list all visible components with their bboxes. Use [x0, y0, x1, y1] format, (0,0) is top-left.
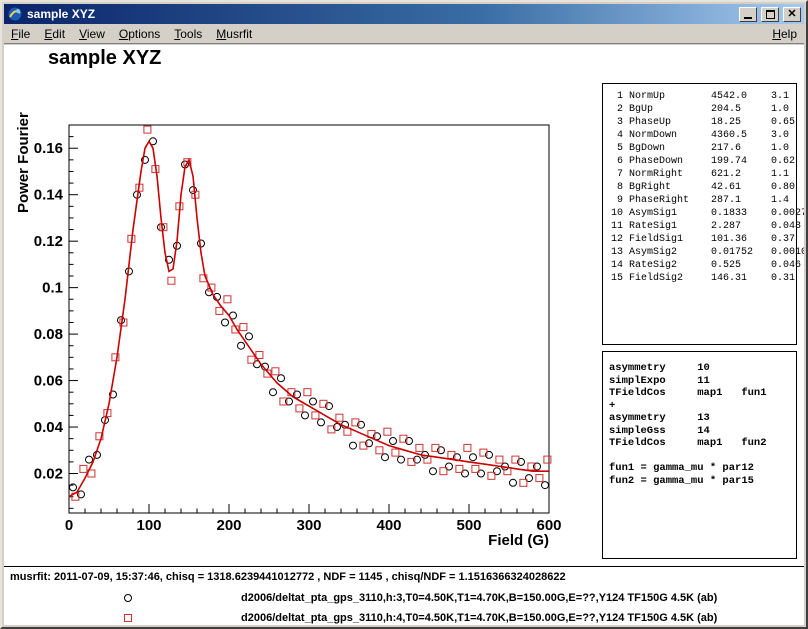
minimize-button[interactable] — [739, 7, 757, 22]
app-window: sample XYZ ✕ FileEditViewOptionsToolsMus… — [0, 0, 808, 629]
series-h3-circles — [70, 138, 549, 498]
param-row: 3PhaseUp18.250.65 — [607, 116, 792, 129]
theory-line — [609, 450, 790, 463]
param-row: 8BgRight42.610.80 — [607, 181, 792, 194]
x-tick-label: 300 — [296, 517, 321, 534]
footer-separator — [4, 566, 804, 567]
legend-marker-circle — [124, 594, 132, 602]
x-tick-label: 500 — [456, 517, 481, 534]
theory-line: + — [609, 400, 790, 413]
menu-view[interactable]: View — [72, 25, 112, 43]
theory-line: asymmetry 13 — [609, 412, 790, 425]
menu-bar-left: FileEditViewOptionsToolsMusrfit — [4, 25, 259, 43]
y-tick-label: 0.14 — [34, 187, 64, 204]
app-icon — [7, 6, 23, 22]
theory-line: asymmetry 10 — [609, 362, 790, 375]
minimize-icon — [744, 17, 752, 19]
plot-frame — [69, 125, 549, 513]
menu-tools[interactable]: Tools — [167, 25, 209, 43]
maximize-button[interactable] — [761, 7, 779, 22]
fit-stats: musrfit: 2011-07-09, 15:37:46, chisq = 1… — [10, 571, 566, 583]
legend-row: d2006/deltat_pta_gps_3110,h:3,T0=4.50K,T… — [4, 590, 804, 608]
maximize-icon — [766, 10, 775, 19]
param-row: 6PhaseDown199.740.62 — [607, 155, 792, 168]
param-row: 9PhaseRight287.11.4 — [607, 194, 792, 207]
param-row: 15FieldSig2146.310.31 — [607, 272, 792, 285]
legend-marker-square — [124, 614, 132, 622]
y-tick-label: 0.16 — [34, 140, 63, 157]
x-axis-title: Field (G) — [488, 532, 549, 549]
param-row: 11RateSig12.2870.043 — [607, 220, 792, 233]
legend-label: d2006/deltat_pta_gps_3110,h:3,T0=4.50K,T… — [241, 592, 717, 604]
y-tick-label: 0.08 — [34, 326, 63, 343]
menu-help[interactable]: Help — [765, 25, 804, 43]
param-row: 13AsymSig20.017520.00101 — [607, 246, 792, 259]
canvas-area: sample XYZ 01002003004005006000.020.040.… — [4, 45, 804, 625]
param-row: 4NormDown4360.53.0 — [607, 129, 792, 142]
menu-file[interactable]: File — [4, 25, 37, 43]
legend-row: d2006/deltat_pta_gps_3110,h:4,T0=4.50K,T… — [4, 610, 804, 625]
y-tick-label: 0.12 — [34, 233, 63, 250]
series-h4-squares — [72, 126, 551, 500]
close-button[interactable]: ✕ — [783, 7, 801, 22]
titlebar[interactable]: sample XYZ ✕ — [4, 4, 804, 24]
menu-musrfit[interactable]: Musrfit — [209, 25, 259, 43]
param-row: 2BgUp204.51.0 — [607, 103, 792, 116]
y-tick-label: 0.06 — [34, 373, 63, 390]
y-axis-title: Power Fourier — [15, 112, 32, 213]
parameter-panel: 1NormUp4542.03.12BgUp204.51.03PhaseUp18.… — [602, 83, 797, 345]
param-row: 5BgDown217.61.0 — [607, 142, 792, 155]
param-row: 10AsymSig10.18330.0027 — [607, 207, 792, 220]
theory-line: TFieldCos map1 fun2 — [609, 437, 790, 450]
plot-svg[interactable]: 01002003004005006000.020.040.060.080.10.… — [4, 45, 600, 565]
x-tick-label: 0 — [65, 517, 73, 534]
param-row: 14RateSig20.5250.046 — [607, 259, 792, 272]
param-row: 7NormRight621.21.1 — [607, 168, 792, 181]
menu-bar: FileEditViewOptionsToolsMusrfit Help — [4, 24, 804, 44]
series-fit-line — [69, 141, 549, 496]
x-tick-label: 400 — [376, 517, 401, 534]
menu-options[interactable]: Options — [112, 25, 167, 43]
param-row: 12FieldSig1101.360.37 — [607, 233, 792, 246]
theory-line: fun2 = gamma_mu * par15 — [609, 475, 790, 488]
menu-bar-right: Help — [765, 25, 804, 43]
theory-panel: asymmetry 10simplExpo 11TFieldCos map1 f… — [602, 351, 797, 559]
theory-line: simplExpo 11 — [609, 375, 790, 388]
theory-line: fun1 = gamma_mu * par12 — [609, 462, 790, 475]
legend-label: d2006/deltat_pta_gps_3110,h:4,T0=4.50K,T… — [241, 612, 717, 624]
theory-line: simpleGss 14 — [609, 425, 790, 438]
close-icon: ✕ — [787, 9, 796, 20]
x-tick-label: 100 — [136, 517, 161, 534]
menu-edit[interactable]: Edit — [37, 25, 72, 43]
param-row: 1NormUp4542.03.1 — [607, 90, 792, 103]
x-tick-label: 200 — [216, 517, 241, 534]
y-tick-label: 0.1 — [42, 280, 63, 297]
y-tick-label: 0.04 — [34, 419, 64, 436]
y-tick-label: 0.02 — [34, 466, 63, 483]
window-title: sample XYZ — [27, 7, 735, 21]
param-list: 1NormUp4542.03.12BgUp204.51.03PhaseUp18.… — [607, 90, 792, 285]
theory-lines: asymmetry 10simplExpo 11TFieldCos map1 f… — [609, 362, 790, 487]
theory-line: TFieldCos map1 fun1 — [609, 387, 790, 400]
